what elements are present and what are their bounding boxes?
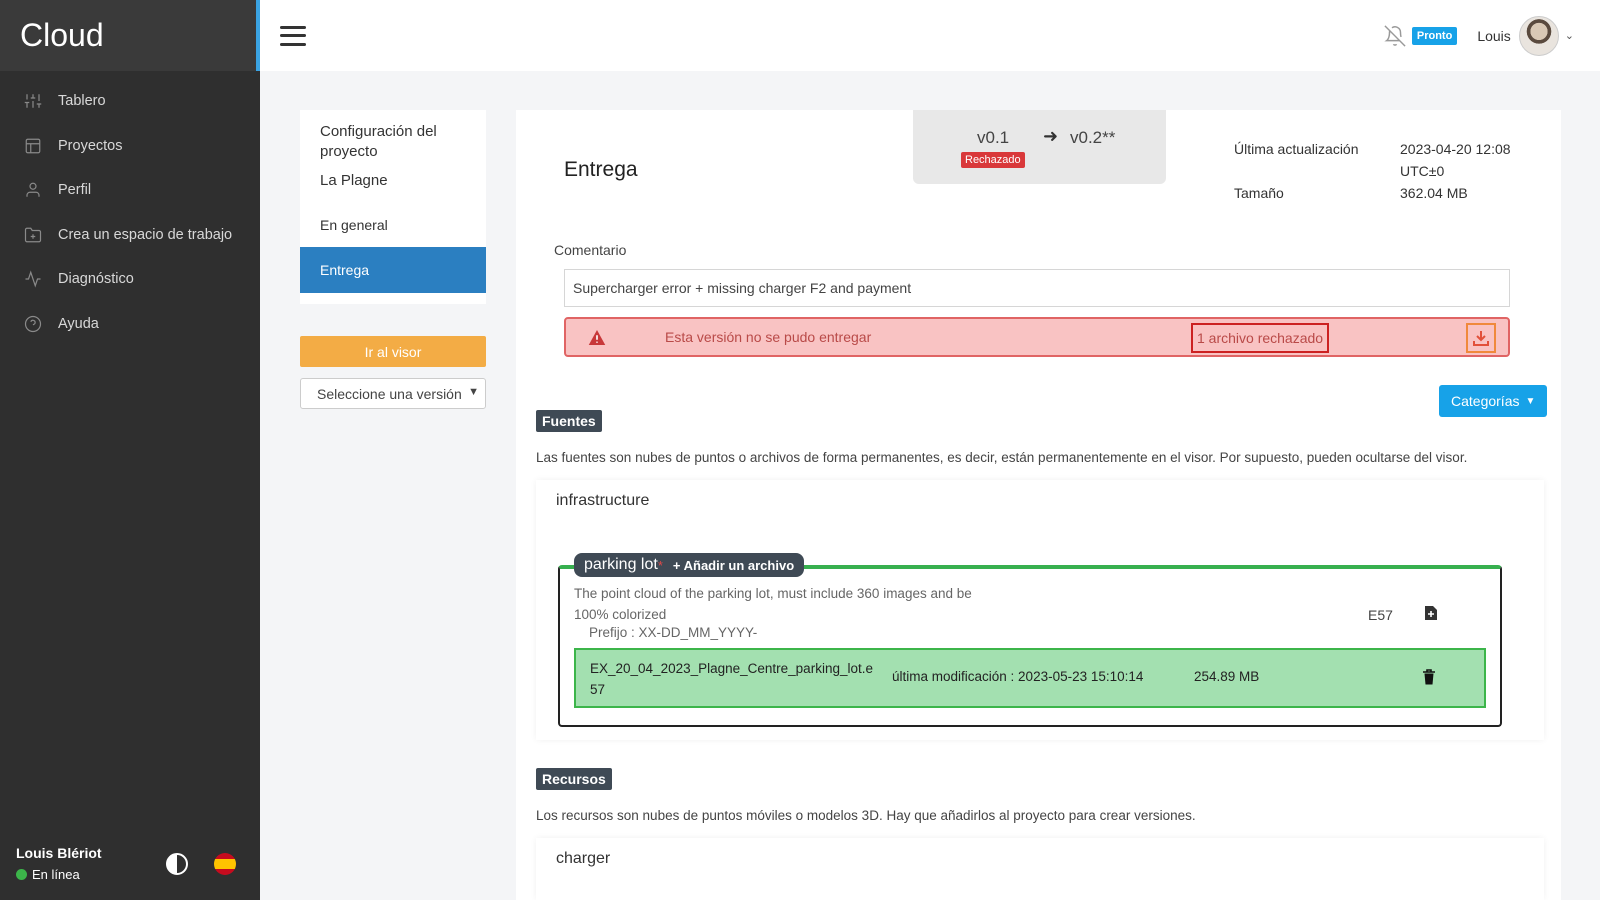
file-size: 254.89 MB bbox=[1194, 669, 1260, 684]
user-block: Louis Blériot En línea bbox=[16, 845, 166, 882]
delivery-meta: Última actualización 2023-04-20 12:08 UT… bbox=[1234, 138, 1544, 204]
size-value: 362.04 MB bbox=[1400, 185, 1468, 201]
comment-field[interactable]: Supercharger error + missing charger F2 … bbox=[564, 269, 1510, 307]
sidebar-item-proyectos[interactable]: Proyectos bbox=[0, 124, 260, 169]
charger-group: charger bbox=[536, 838, 1544, 900]
project-name: La Plagne bbox=[320, 172, 388, 189]
tab-en-general[interactable]: En general bbox=[300, 203, 486, 247]
topbar-user-name[interactable]: Louis bbox=[1477, 28, 1510, 44]
last-update-label: Última actualización bbox=[1234, 141, 1359, 157]
topbar: Pronto Louis ⌄ bbox=[260, 0, 1600, 71]
sidebar-item-label: Ayuda bbox=[58, 315, 99, 332]
sidebar-item-perfil[interactable]: Perfil bbox=[0, 168, 260, 213]
resources-description: Los recursos son nubes de puntos móviles… bbox=[536, 808, 1196, 823]
file-modified: última modificación : 2023-05-23 15:10:1… bbox=[892, 669, 1144, 684]
sliders-icon bbox=[24, 94, 42, 108]
version-to: v0.2** bbox=[1070, 128, 1116, 147]
file-plus-icon[interactable] bbox=[1424, 605, 1438, 621]
slot-name: parking lot bbox=[584, 556, 658, 573]
sidebar-item-tablero[interactable]: Tablero bbox=[0, 79, 260, 124]
last-update-value: 2023-04-20 12:08 UTC±0 bbox=[1400, 141, 1511, 179]
uploaded-file-row: EX_20_04_2023_Plagne_Centre_parking_lot.… bbox=[574, 648, 1486, 708]
online-dot-icon bbox=[16, 869, 27, 880]
required-mark: * bbox=[657, 557, 663, 573]
download-report-button[interactable] bbox=[1466, 323, 1496, 353]
arrow-right-icon: ➜ bbox=[1043, 126, 1059, 146]
avatar[interactable] bbox=[1518, 15, 1559, 56]
categories-dropdown-button[interactable]: Categorías ▼ bbox=[1439, 385, 1548, 417]
sidebar-footer: Louis Blériot En línea bbox=[16, 845, 236, 882]
version-from: v0.1 bbox=[977, 128, 1010, 147]
go-to-viewer-button[interactable]: Ir al visor bbox=[300, 336, 486, 367]
chevron-down-icon[interactable]: ⌄ bbox=[1565, 29, 1574, 42]
version-select-value: Seleccione una versión bbox=[317, 385, 462, 402]
sidebar-item-label: Diagnóstico bbox=[58, 271, 134, 288]
warning-icon bbox=[588, 330, 606, 345]
comment-label: Comentario bbox=[554, 242, 627, 258]
delivery-error-alert: Esta versión no se pudo entregar 1 archi… bbox=[564, 317, 1510, 357]
project-settings-card: Configuración del proyecto La Plagne En … bbox=[300, 110, 486, 304]
version-select[interactable]: Seleccione una versión ▼ bbox=[300, 378, 486, 409]
chevron-down-icon: ▼ bbox=[468, 386, 479, 398]
group-title: charger bbox=[556, 850, 611, 867]
user-name: Louis Blériot bbox=[16, 845, 102, 861]
activity-icon bbox=[25, 270, 41, 288]
soon-badge: Pronto bbox=[1411, 26, 1458, 45]
sidebar-item-workspace[interactable]: Crea un espacio de trabajo bbox=[0, 213, 260, 258]
folder-plus-icon bbox=[24, 227, 42, 243]
help-circle-icon bbox=[24, 315, 42, 332]
meta-last-update: Última actualización 2023-04-20 12:08 UT… bbox=[1234, 138, 1544, 182]
sidebar-item-label: Tablero bbox=[58, 93, 106, 110]
sidebar: Cloud Tablero Proyectos Perfil Crea un e… bbox=[0, 0, 260, 900]
sidebar-item-label: Crea un espacio de trabajo bbox=[58, 226, 233, 243]
download-icon bbox=[1473, 331, 1489, 346]
rejected-files-link[interactable]: 1 archivo rechazado bbox=[1191, 323, 1330, 353]
status-badge: Rechazado bbox=[961, 152, 1025, 168]
user-status: En línea bbox=[16, 867, 166, 882]
topbar-right: Pronto Louis ⌄ bbox=[1384, 15, 1574, 56]
slot-header: parking lot * + Añadir un archivo bbox=[574, 553, 805, 577]
delivery-card: Entrega v0.1 ➜ v0.2** Rechazado Última a… bbox=[516, 110, 1561, 900]
slot-prefix: Prefijo : XX-DD_MM_YYYY- bbox=[589, 625, 758, 640]
resources-tag: Recursos bbox=[536, 768, 612, 790]
slot-format: E57 bbox=[1368, 607, 1393, 623]
bell-off-icon[interactable] bbox=[1384, 24, 1406, 47]
trash-icon[interactable] bbox=[1422, 669, 1436, 685]
categories-label: Categorías bbox=[1451, 393, 1520, 409]
settings-title: Configuración del proyecto bbox=[320, 123, 437, 160]
sidebar-nav: Tablero Proyectos Perfil Crea un espacio… bbox=[0, 71, 260, 346]
user-icon bbox=[26, 182, 40, 197]
page-title: Entrega bbox=[564, 158, 638, 181]
contrast-toggle-icon[interactable] bbox=[166, 852, 188, 875]
chevron-down-icon: ▼ bbox=[1525, 395, 1536, 407]
meta-size: Tamaño 362.04 MB bbox=[1234, 182, 1544, 204]
size-label: Tamaño bbox=[1234, 185, 1284, 201]
spain-flag-icon[interactable] bbox=[214, 852, 236, 875]
file-name: EX_20_04_2023_Plagne_Centre_parking_lot.… bbox=[590, 661, 873, 697]
hamburger-menu-icon[interactable] bbox=[280, 25, 306, 46]
layout-icon bbox=[25, 138, 41, 154]
tab-entrega[interactable]: Entrega bbox=[300, 247, 486, 293]
sidebar-item-label: Proyectos bbox=[58, 137, 123, 154]
add-file-button[interactable]: + Añadir un archivo bbox=[673, 558, 794, 573]
sidebar-item-label: Perfil bbox=[58, 182, 92, 199]
version-transition: v0.1 ➜ v0.2** Rechazado bbox=[913, 110, 1166, 184]
sources-tag: Fuentes bbox=[536, 410, 602, 432]
group-title: infrastructure bbox=[556, 492, 650, 509]
sidebar-item-diagnostico[interactable]: Diagnóstico bbox=[0, 257, 260, 302]
alert-message: Esta versión no se pudo entregar bbox=[665, 329, 872, 345]
sidebar-item-ayuda[interactable]: Ayuda bbox=[0, 302, 260, 347]
sources-description: Las fuentes son nubes de puntos o archiv… bbox=[536, 450, 1468, 465]
slot-description: The point cloud of the parking lot, must… bbox=[574, 586, 972, 622]
user-status-label: En línea bbox=[32, 867, 80, 882]
brand-logo[interactable]: Cloud bbox=[0, 0, 260, 71]
